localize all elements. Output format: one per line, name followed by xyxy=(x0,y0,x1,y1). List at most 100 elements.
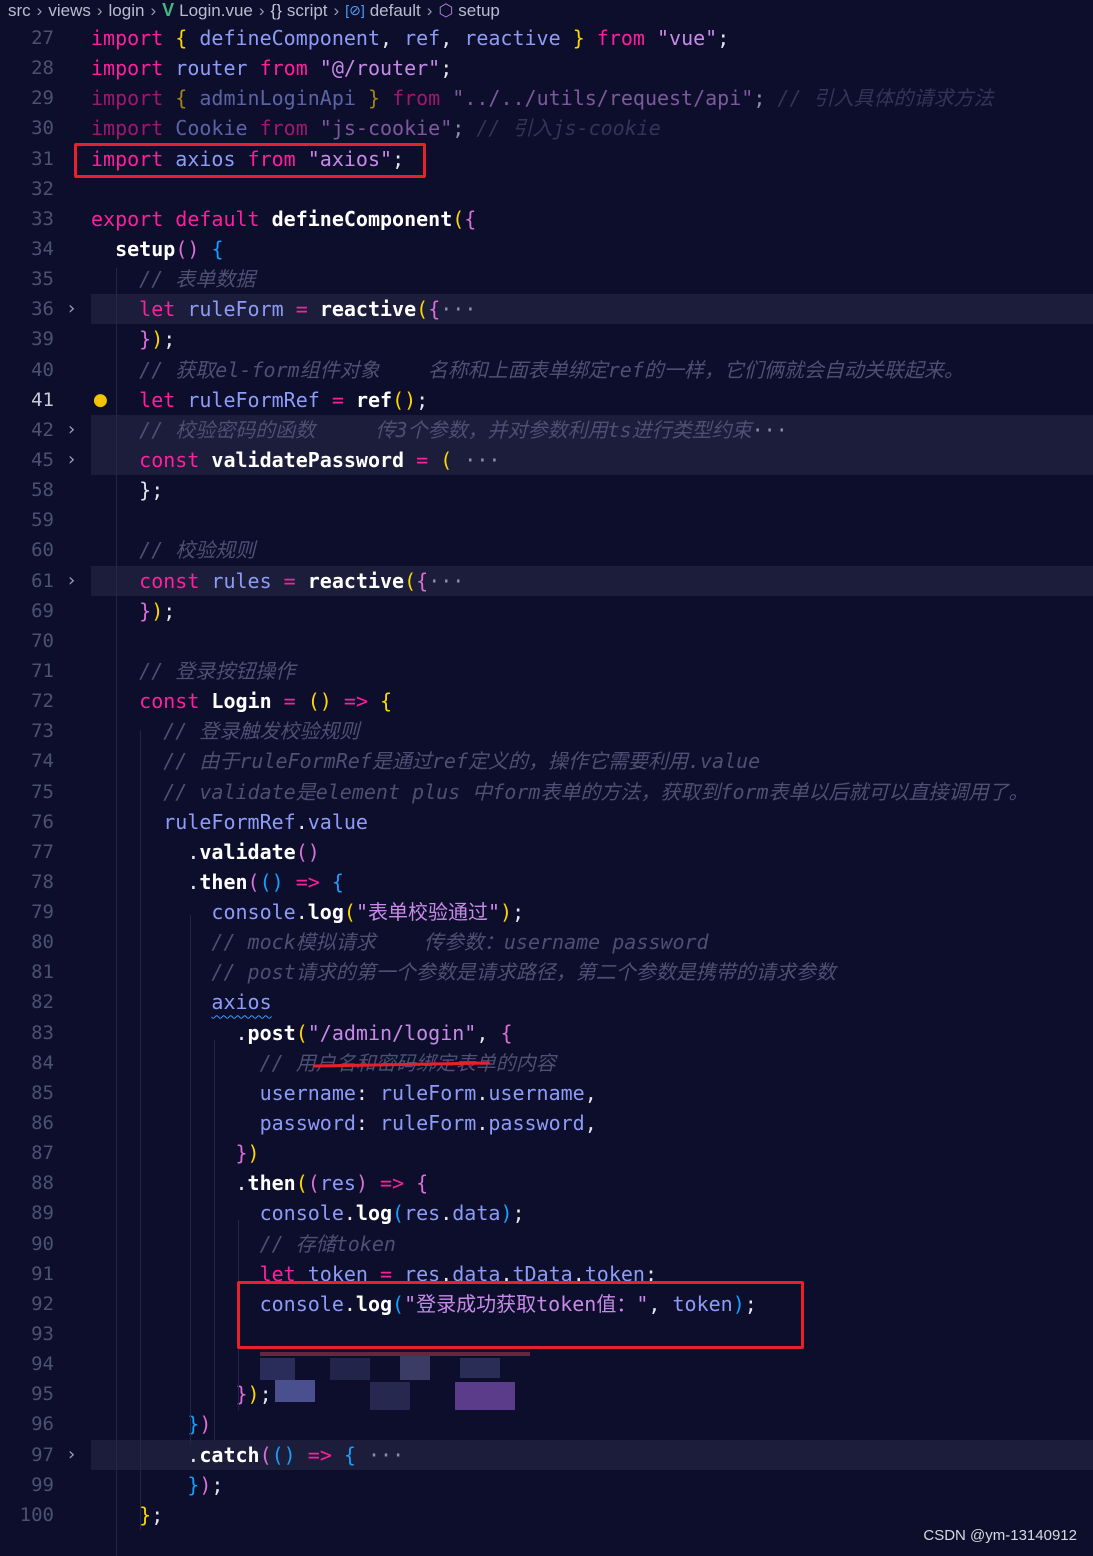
code-token: } xyxy=(573,26,585,50)
code-line[interactable]: 69 }); xyxy=(0,596,1093,626)
code-token: => xyxy=(332,689,380,713)
code-line[interactable]: 86 password: ruleForm.password, xyxy=(0,1108,1093,1138)
code-line[interactable]: 81 // post请求的第一个参数是请求路径，第二个参数是携带的请求参数 xyxy=(0,957,1093,987)
line-number: 82 xyxy=(0,987,54,1017)
code-line[interactable]: 74 // 由于ruleFormRef是通过ref定义的，操作它需要利用.val… xyxy=(0,746,1093,776)
code-comment: // 存储token xyxy=(260,1232,396,1256)
code-token: ) xyxy=(199,1473,211,1497)
code-line[interactable]: 78 .then(() => { xyxy=(0,867,1093,897)
code-line[interactable]: 29import { adminLoginApi } from "../../u… xyxy=(0,83,1093,113)
code-line[interactable]: 28import router from "@/router"; xyxy=(0,53,1093,83)
breadcrumb-views[interactable]: views xyxy=(48,1,91,21)
code-text: import router from "@/router"; xyxy=(91,53,1093,83)
code-line[interactable]: 85 username: ruleForm.username, xyxy=(0,1078,1093,1108)
code-token: from xyxy=(260,56,308,80)
code-text xyxy=(91,626,1093,656)
fold-chevron-icon[interactable]: › xyxy=(68,445,82,475)
breadcrumb-login-vue[interactable]: VLogin.vue xyxy=(162,0,253,21)
code-line[interactable]: 97› .catch(() => { ··· xyxy=(0,1440,1093,1470)
code-line[interactable]: 39 }); xyxy=(0,324,1093,354)
code-comment: // 引入js-cookie xyxy=(476,116,661,140)
code-line[interactable]: 36› let ruleForm = reactive({··· xyxy=(0,294,1093,324)
code-line[interactable]: 96 }) xyxy=(0,1409,1093,1439)
code-line[interactable]: 60 // 校验规则 xyxy=(0,535,1093,565)
code-line[interactable]: 84 // 用户名和密码绑定表单的内容 xyxy=(0,1048,1093,1078)
code-line[interactable]: 72 const Login = () => { xyxy=(0,686,1093,716)
code-token xyxy=(380,86,392,110)
code-line[interactable]: 30import Cookie from "js-cookie"; // 引入j… xyxy=(0,113,1093,143)
code-token: } xyxy=(139,327,151,351)
line-number: 75 xyxy=(0,777,54,807)
code-line[interactable]: 58 }; xyxy=(0,475,1093,505)
breadcrumb-setup[interactable]: ⬡setup xyxy=(438,1,499,21)
code-line[interactable]: 87 }) xyxy=(0,1138,1093,1168)
code-line[interactable]: 100 }; xyxy=(0,1500,1093,1530)
code-line[interactable]: 75 // validate是element plus 中form表单的方法，获… xyxy=(0,777,1093,807)
code-token: ) xyxy=(248,1141,260,1165)
code-line[interactable]: 79 console.log("表单校验通过"); xyxy=(0,897,1093,927)
code-text: // 登录触发校验规则 xyxy=(91,716,1093,746)
code-line[interactable]: 42› // 校验密码的函数 传3个参数，并对参数利用ts进行类型约束··· xyxy=(0,415,1093,445)
code-token: ; xyxy=(512,1201,524,1225)
code-line[interactable]: 45› const validatePassword = ( ··· xyxy=(0,445,1093,475)
code-line[interactable]: 71 // 登录按钮操作 xyxy=(0,656,1093,686)
code-line[interactable]: 59 xyxy=(0,505,1093,535)
code-line[interactable]: 76 ruleFormRef.value xyxy=(0,807,1093,837)
line-number: 74 xyxy=(0,746,54,776)
code-comment: // 引入具体的请求方法 xyxy=(777,86,993,110)
line-number: 78 xyxy=(0,867,54,897)
code-line[interactable]: 41● let ruleFormRef = ref(); xyxy=(0,385,1093,415)
code-text: username: ruleForm.username, xyxy=(91,1078,1093,1108)
code-line[interactable]: 83 .post("/admin/login", { xyxy=(0,1018,1093,1048)
code-token: ··· xyxy=(356,1443,404,1467)
code-token: ··· xyxy=(440,297,476,321)
breadcrumb-src[interactable]: src xyxy=(8,1,31,21)
code-line[interactable]: 95 }); xyxy=(0,1379,1093,1409)
code-text: // 获取el-form组件对象 名称和上面表单绑定ref的一样，它们俩就会自动… xyxy=(91,355,1093,385)
line-number: 97 xyxy=(0,1440,54,1470)
code-line[interactable]: 77 .validate() xyxy=(0,837,1093,867)
code-token: ( xyxy=(296,1171,308,1195)
code-line[interactable]: 94 xyxy=(0,1349,1093,1379)
code-token: { xyxy=(380,689,392,713)
code-line[interactable]: 40 // 获取el-form组件对象 名称和上面表单绑定ref的一样，它们俩就… xyxy=(0,355,1093,385)
breadcrumb-label: src xyxy=(8,1,31,21)
fold-chevron-icon[interactable]: › xyxy=(68,1440,82,1470)
code-token xyxy=(308,56,320,80)
code-line[interactable]: 80 // mock模拟请求 传参数：username password xyxy=(0,927,1093,957)
code-line[interactable]: 82 axios xyxy=(0,987,1093,1017)
breadcrumb-script[interactable]: {}script xyxy=(271,1,328,21)
code-line[interactable]: 88 .then((res) => { xyxy=(0,1168,1093,1198)
code-text: import { defineComponent, ref, reactive … xyxy=(91,23,1093,53)
code-line[interactable]: 99 }); xyxy=(0,1470,1093,1500)
code-line[interactable]: 33export default defineComponent({ xyxy=(0,204,1093,234)
breadcrumb-default[interactable]: [⊘]default xyxy=(345,1,421,21)
code-token: ) xyxy=(248,1382,260,1406)
code-token: res xyxy=(320,1171,356,1195)
code-line[interactable]: 32 xyxy=(0,174,1093,204)
breadcrumb-login[interactable]: login xyxy=(109,1,145,21)
code-text xyxy=(91,174,1093,204)
fold-chevron-icon[interactable]: › xyxy=(68,415,82,445)
code-line[interactable]: 61› const rules = reactive({··· xyxy=(0,566,1093,596)
code-token: import xyxy=(91,86,163,110)
code-token: : xyxy=(356,1111,380,1135)
fold-chevron-icon[interactable]: › xyxy=(68,566,82,596)
code-line[interactable]: 70 xyxy=(0,626,1093,656)
code-line[interactable]: 35 // 表单数据 xyxy=(0,264,1093,294)
code-line[interactable]: 90 // 存储token xyxy=(0,1229,1093,1259)
fold-chevron-icon[interactable]: › xyxy=(68,294,82,324)
code-comment: // 表单数据 xyxy=(139,267,255,291)
code-line[interactable]: 89 console.log(res.data); xyxy=(0,1198,1093,1228)
code-line[interactable]: 34 setup() { xyxy=(0,234,1093,264)
code-token: { xyxy=(344,1443,356,1467)
code-token: ··· xyxy=(428,569,464,593)
code-line[interactable]: 27import { defineComponent, ref, reactiv… xyxy=(0,23,1093,53)
line-number: 59 xyxy=(0,505,54,535)
code-text: }) xyxy=(91,1138,1093,1168)
line-number: 76 xyxy=(0,807,54,837)
code-token: => xyxy=(284,870,332,894)
code-line[interactable]: 73 // 登录触发校验规则 xyxy=(0,716,1093,746)
code-token: ; xyxy=(151,1503,163,1527)
code-token: => xyxy=(368,1171,416,1195)
